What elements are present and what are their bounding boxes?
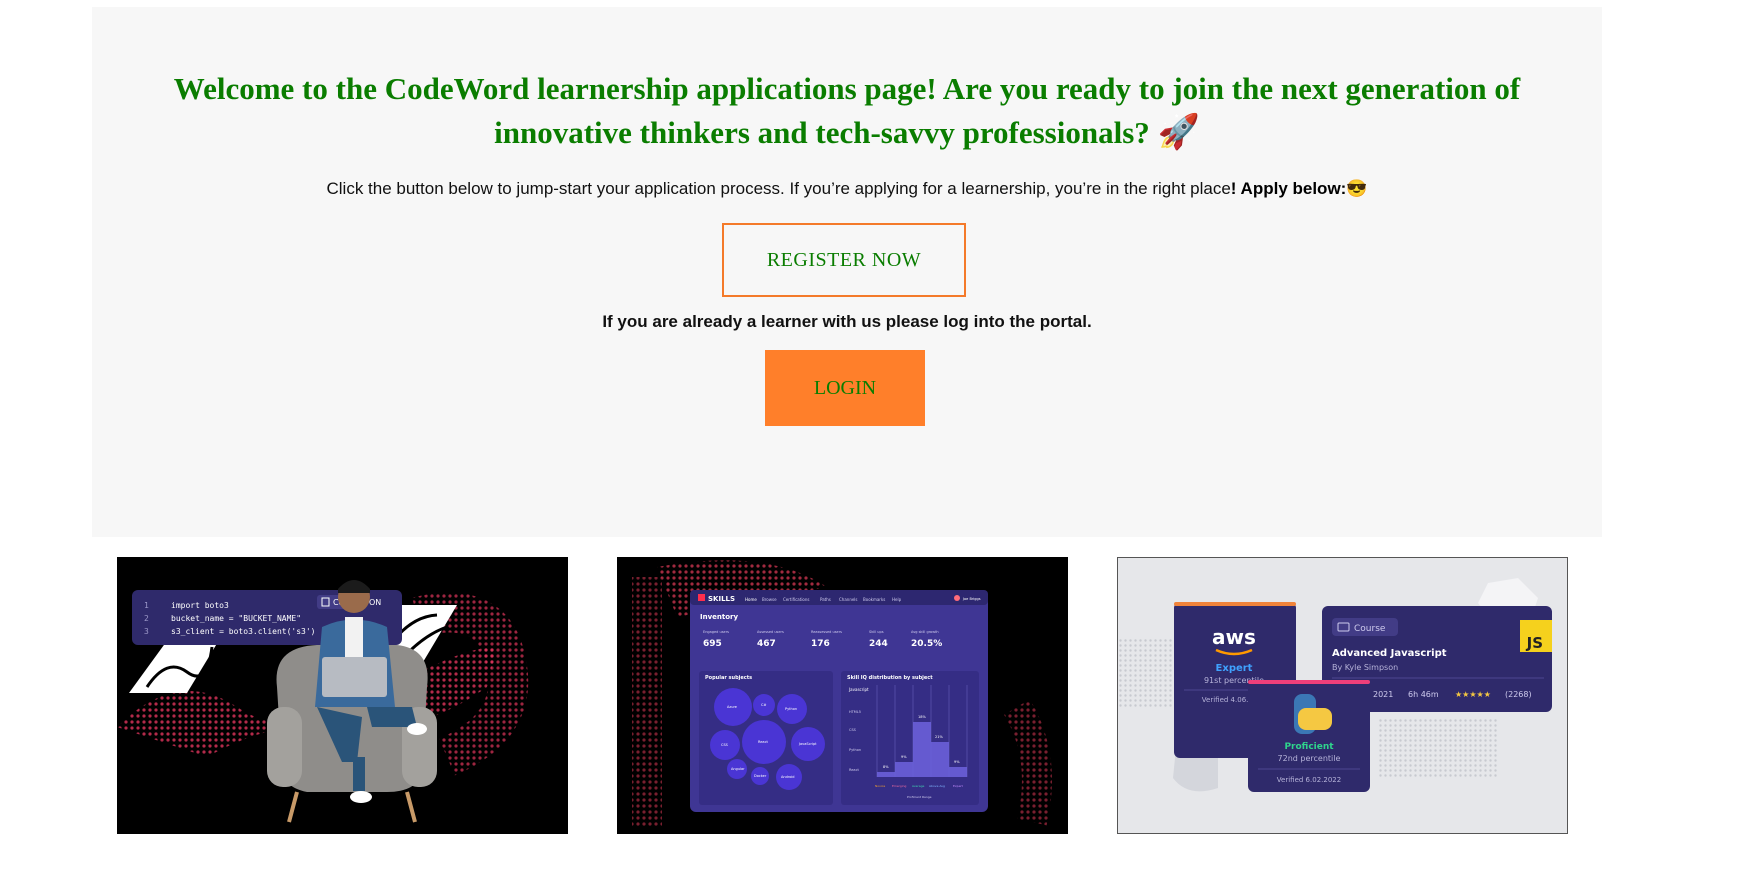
course-duration: 6h 46m <box>1408 690 1439 699</box>
nav-item: Channels <box>839 597 858 602</box>
skills-logo-icon <box>698 594 705 601</box>
code-learner-illustration: 1 import boto3 2 bucket_name = "BUCKET_N… <box>117 580 529 823</box>
aws-level: Expert <box>1216 663 1253 674</box>
login-button[interactable]: LOGIN <box>765 350 925 426</box>
code-line-text: import boto3 <box>171 601 229 610</box>
legend-item: Expert <box>953 784 964 788</box>
popular-subjects-title: Popular subjects <box>705 675 752 681</box>
avatar <box>954 595 960 601</box>
stat-value: 176 <box>811 639 830 649</box>
code-line-number: 2 <box>144 614 149 623</box>
nav-item: Help <box>892 597 902 602</box>
bubble-label: Angular <box>731 767 745 771</box>
distribution-row: CSS <box>849 728 857 732</box>
python-logo-icon <box>1298 708 1332 730</box>
course-rating-count: (2268) <box>1505 690 1532 699</box>
stat-value: 467 <box>757 639 776 649</box>
distribution-subject: Javascript <box>848 687 869 692</box>
course-title: Advanced Javascript <box>1332 648 1447 659</box>
distribution-row: React <box>849 768 859 772</box>
course-rating-stars: ★★★★★ <box>1455 690 1491 699</box>
nav-item: Certifications <box>783 597 810 602</box>
bar-label: 8% <box>883 765 889 769</box>
intro-paragraph: Click the button below to jump-start you… <box>92 179 1602 199</box>
python-verified: Verified 6.02.2022 <box>1277 776 1341 784</box>
bubble-label: C# <box>761 703 766 707</box>
bar-label: 21% <box>935 735 943 739</box>
course-tag: Course <box>1354 624 1386 634</box>
code-learner-image: 1 import boto3 2 bucket_name = "BUCKET_N… <box>117 557 568 834</box>
stat-value: 244 <box>869 639 888 649</box>
python-percentile: 72nd percentile <box>1278 754 1341 763</box>
legend-item: Above Avg <box>929 784 945 788</box>
hero-section: Welcome to the CodeWord learnership appl… <box>92 7 1602 537</box>
bubble-label: Azure <box>727 705 737 709</box>
nav-item: Bookmarks <box>863 597 885 602</box>
code-line-text: bucket_name = "BUCKET_NAME" <box>171 614 301 623</box>
code-line-number: 3 <box>144 627 149 636</box>
stat-value: 20.5% <box>911 639 942 649</box>
code-line-text: s3_client = boto3.client('s3') <box>171 627 316 636</box>
js-badge-text: JS <box>1526 634 1543 652</box>
skills-dashboard-image: SKILLS Home Browse Certifications Paths … <box>617 557 1068 834</box>
inventory-title: Inventory <box>700 613 738 621</box>
bubble-label: Python <box>785 707 797 711</box>
user-name: Joe Briggs <box>962 597 981 601</box>
nav-item: Home <box>745 597 757 602</box>
bubble-label: JavaScript <box>798 742 817 746</box>
stat-value: 695 <box>703 639 722 649</box>
intro-text: Click the button below to jump-start you… <box>326 179 1231 198</box>
course-author: By Kyle Simpson <box>1332 663 1398 672</box>
distribution-row: HTML5 <box>849 710 861 714</box>
stat-label: Skill ups <box>869 630 884 634</box>
skill-badges-image: aws Expert 91st percentile Verified 4.06… <box>1117 557 1568 834</box>
stat-label: Avg skill growth <box>911 630 939 634</box>
bar-label: 18% <box>918 715 926 719</box>
stat-label: Engaged users <box>703 630 729 634</box>
legend-item: Emerging <box>892 784 906 788</box>
bubble-label: Docker <box>754 774 767 778</box>
bubble-label: React <box>758 740 768 744</box>
python-level: Proficient <box>1284 742 1334 752</box>
skill-badges-illustration: aws Expert 91st percentile Verified 4.06… <box>1118 578 1552 792</box>
skills-dashboard-illustration: SKILLS Home Browse Certifications Paths … <box>632 560 1052 827</box>
course-date: 2021 <box>1373 690 1393 699</box>
page-title-text: Welcome to the CodeWord learnership appl… <box>173 71 1521 150</box>
nav-item: Paths <box>820 597 831 602</box>
distribution-row: Python <box>849 748 861 752</box>
skills-brand: SKILLS <box>708 595 735 603</box>
stat-label: Assessed users <box>757 630 784 634</box>
aws-logo: aws <box>1212 625 1256 649</box>
bar-label: 9% <box>901 755 907 759</box>
bubble-label: Android <box>781 775 795 779</box>
axis-label: Proficient Range <box>907 795 932 799</box>
stat-label: Reassessed users <box>811 630 842 634</box>
legend-item: Average <box>912 784 924 788</box>
apply-below-text: ! Apply below: <box>1230 179 1347 198</box>
copy-label-suffix: ON <box>369 598 381 607</box>
sunglasses-icon: 😎 <box>1346 179 1368 198</box>
nav-item: Browse <box>762 597 777 602</box>
bubble-label: CSS <box>721 743 729 747</box>
register-now-button[interactable]: REGISTER NOW <box>722 223 966 297</box>
bar-label: 9% <box>954 760 960 764</box>
distribution-title: Skill IQ distribution by subject <box>847 675 933 681</box>
code-line-number: 1 <box>144 601 149 610</box>
already-learner-text: If you are already a learner with us ple… <box>602 312 1092 331</box>
legend-item: Novice <box>875 784 885 788</box>
page-title: Welcome to the CodeWord learnership appl… <box>132 67 1562 155</box>
rocket-icon: 🚀 <box>1157 114 1200 151</box>
